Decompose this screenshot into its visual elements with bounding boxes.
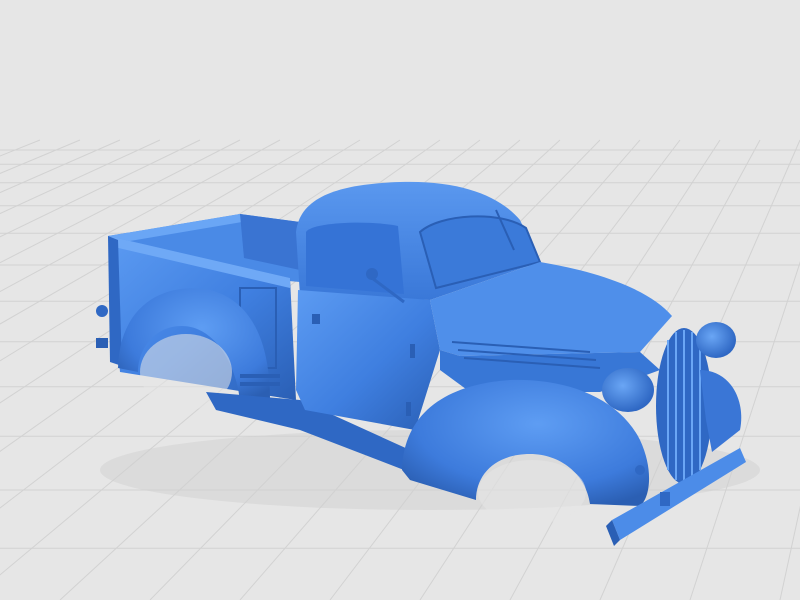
hitch: [96, 338, 108, 348]
side-window: [306, 222, 404, 294]
headlight-left: [602, 368, 654, 412]
hinge-upper: [410, 344, 415, 358]
headlight-right: [696, 322, 736, 358]
turn-signal: [635, 465, 645, 475]
tail-light: [96, 305, 108, 317]
bumper-bracket: [660, 492, 670, 506]
door-handle: [312, 314, 320, 324]
scene-canvas: [0, 0, 800, 600]
render-viewport: [0, 0, 800, 600]
hinge-lower: [406, 402, 411, 416]
cab-door: [296, 290, 440, 430]
front-wheel-well: [478, 460, 586, 524]
